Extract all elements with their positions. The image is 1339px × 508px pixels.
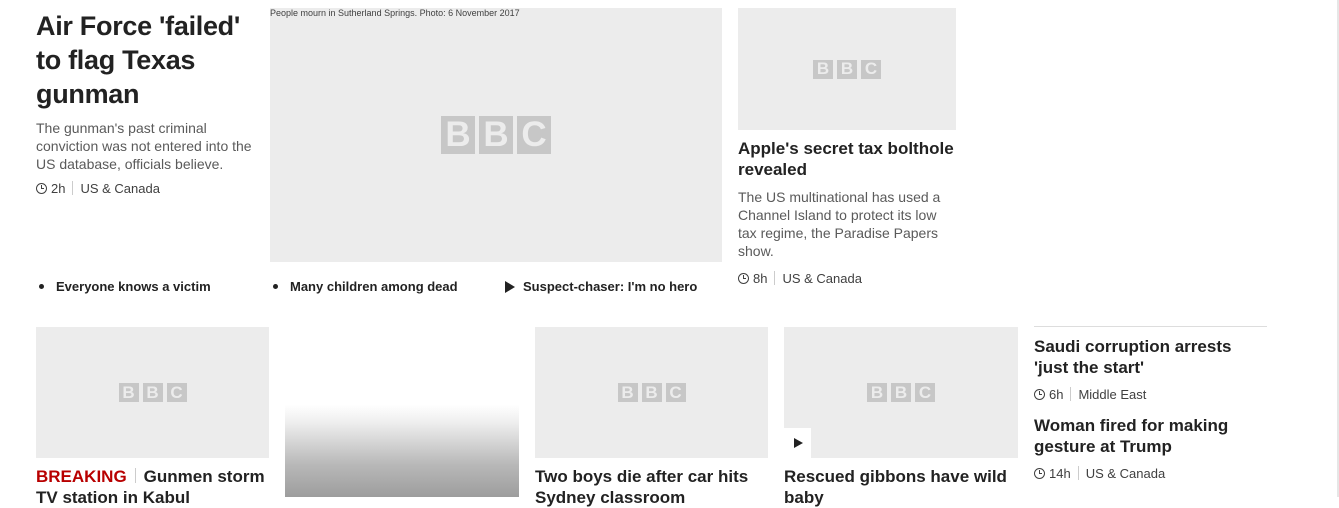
story-headline-sydney[interactable]: Two boys die after car hits Sydney class… (535, 466, 768, 508)
image-caption: People mourn in Sutherland Springs. Phot… (270, 8, 520, 18)
meta-divider (72, 181, 74, 195)
bbc-logo-icon: B B C (617, 383, 686, 402)
bullet-icon (39, 284, 44, 289)
story-image-loading[interactable] (285, 405, 519, 497)
divider (1034, 326, 1267, 327)
top-story-time: 2h (51, 180, 66, 196)
clock-icon (1034, 467, 1045, 479)
top-story-section-link[interactable]: US & Canada (80, 181, 160, 196)
bullet-icon (273, 284, 278, 289)
top-story-image[interactable]: B B C (270, 8, 722, 262)
side-story-headline[interactable]: Apple's secret tax bolthole revealed (738, 138, 956, 180)
breaking-divider (134, 468, 136, 483)
story-headline-gibbons[interactable]: Rescued gibbons have wild baby (784, 466, 1018, 508)
meta-divider (1077, 466, 1079, 480)
top-story-summary: The gunman's past criminal conviction wa… (36, 120, 252, 172)
text-story-meta-saudi: 6h Middle East (1034, 385, 1146, 403)
related-link-children[interactable]: Many children among dead (270, 279, 458, 294)
story-image-kabul[interactable]: B B C (36, 327, 269, 458)
breaking-label: BREAKING (36, 467, 127, 486)
text-story-headline-trump[interactable]: Woman fired for making gesture at Trump (1034, 415, 1267, 457)
related-link-suspect-chaser[interactable]: Suspect-chaser: I'm no hero (505, 279, 697, 294)
meta-divider (774, 271, 776, 285)
bbc-logo-icon: B B C (118, 383, 187, 402)
play-icon (505, 280, 515, 293)
side-story-summary: The US multinational has used a Channel … (738, 189, 941, 259)
story-image-gibbons[interactable]: B B C (784, 327, 1018, 458)
clock-icon (1034, 388, 1045, 400)
bbc-logo-icon: B B C (441, 115, 551, 154)
text-story-section-link[interactable]: US & Canada (1086, 466, 1166, 481)
side-story-time: 8h (753, 270, 768, 286)
play-icon (794, 438, 803, 448)
side-story-section-link[interactable]: US & Canada (782, 271, 862, 286)
video-badge (784, 428, 811, 458)
clock-icon (36, 182, 47, 194)
story-headline-kabul[interactable]: BREAKING Gunmen storm TV station in Kabul (36, 466, 269, 508)
text-story-headline-saudi[interactable]: Saudi corruption arrests 'just the start… (1034, 336, 1267, 378)
text-story-section-link[interactable]: Middle East (1078, 387, 1146, 402)
related-link-victim[interactable]: Everyone knows a victim (36, 279, 211, 294)
meta-divider (1070, 387, 1072, 401)
top-story-headline[interactable]: Air Force 'failed' to flag Texas gunman (36, 9, 261, 111)
text-story-time: 14h (1049, 465, 1071, 481)
side-story-image[interactable]: B B C (738, 8, 956, 130)
bbc-logo-icon: B B C (813, 59, 881, 79)
top-story-meta: 2h US & Canada (36, 179, 160, 197)
bbc-logo-icon: B B C (867, 383, 935, 402)
clock-icon (738, 272, 749, 284)
text-story-time: 6h (1049, 386, 1064, 402)
side-story-meta: 8h US & Canada (738, 269, 862, 287)
text-story-meta-trump: 14h US & Canada (1034, 464, 1165, 482)
story-image-sydney[interactable]: B B C (535, 327, 768, 458)
